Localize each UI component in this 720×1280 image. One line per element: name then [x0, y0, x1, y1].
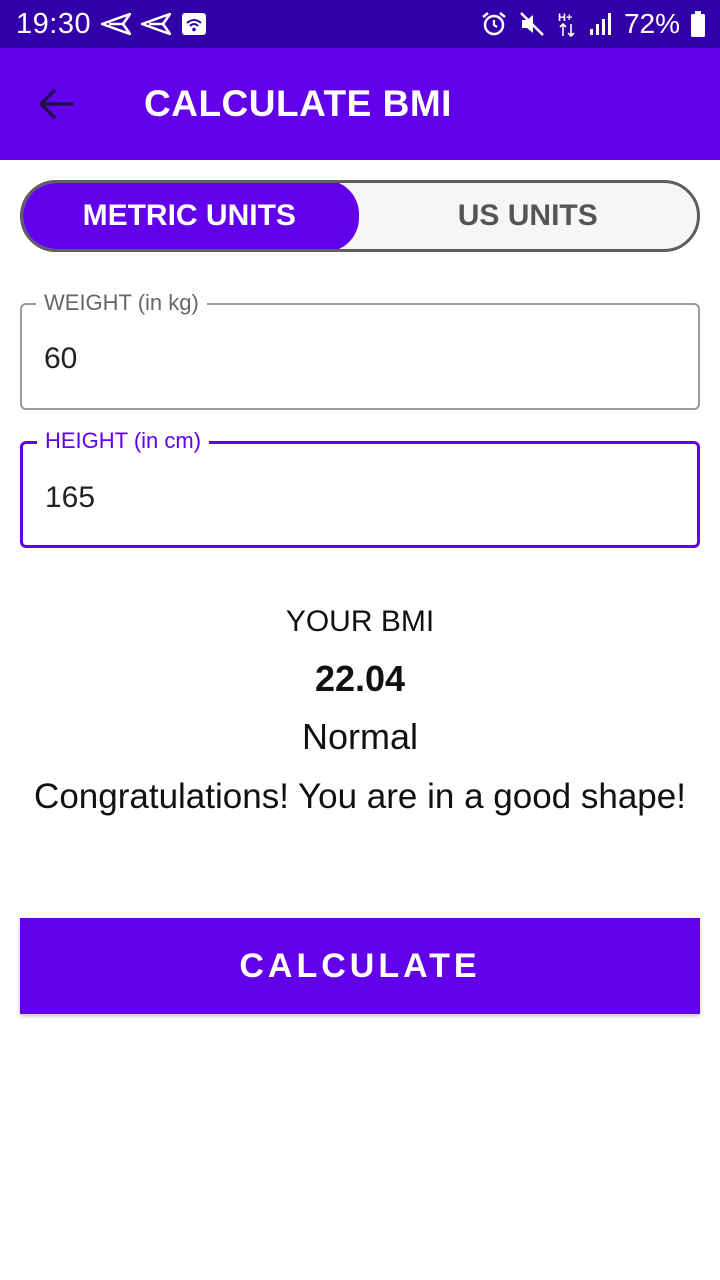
- send-icon: [141, 13, 172, 35]
- bmi-value: 22.04: [314, 658, 406, 699]
- weight-field-label: WEIGHT (in kg): [36, 289, 207, 317]
- bmi-message: Congratulations! You are in a good shape…: [34, 777, 686, 816]
- tab-us-units[interactable]: US UNITS: [359, 183, 698, 249]
- battery-icon: [690, 10, 706, 38]
- signal-icon: [588, 11, 614, 37]
- page-title: CALCULATE BMI: [144, 83, 452, 124]
- height-field: HEIGHT (in cm): [20, 427, 700, 548]
- height-field-label: HEIGHT (in cm): [37, 427, 210, 455]
- hplus-data-icon: H+: [556, 10, 578, 38]
- back-button[interactable]: [21, 69, 91, 139]
- height-input[interactable]: [45, 478, 665, 518]
- arrow-left-icon: [38, 88, 74, 120]
- bmi-category: Normal: [301, 716, 418, 757]
- svg-text:H+: H+: [558, 12, 572, 24]
- weight-input[interactable]: [44, 339, 664, 379]
- weight-field: WEIGHT (in kg): [20, 289, 700, 410]
- alarm-icon: [480, 10, 508, 38]
- status-bar: 19:30 H+ 72%: [0, 0, 720, 48]
- bmi-result: YOUR BMI 22.04 Normal Congratulations! Y…: [0, 600, 720, 820]
- result-heading: YOUR BMI: [285, 605, 435, 638]
- battery-percent: 72%: [623, 8, 680, 39]
- send-icon: [101, 13, 132, 35]
- status-right: H+ 72%: [480, 8, 706, 40]
- wifi-box-icon: [181, 12, 207, 36]
- units-toggle: METRIC UNITS US UNITS: [20, 180, 700, 252]
- status-left: 19:30: [16, 8, 207, 41]
- mute-icon: [518, 10, 546, 38]
- app-bar: CALCULATE BMI: [0, 48, 720, 160]
- calculate-button[interactable]: CALCULATE: [20, 918, 700, 1014]
- tab-metric-units[interactable]: METRIC UNITS: [23, 183, 359, 249]
- status-time: 19:30: [16, 7, 92, 40]
